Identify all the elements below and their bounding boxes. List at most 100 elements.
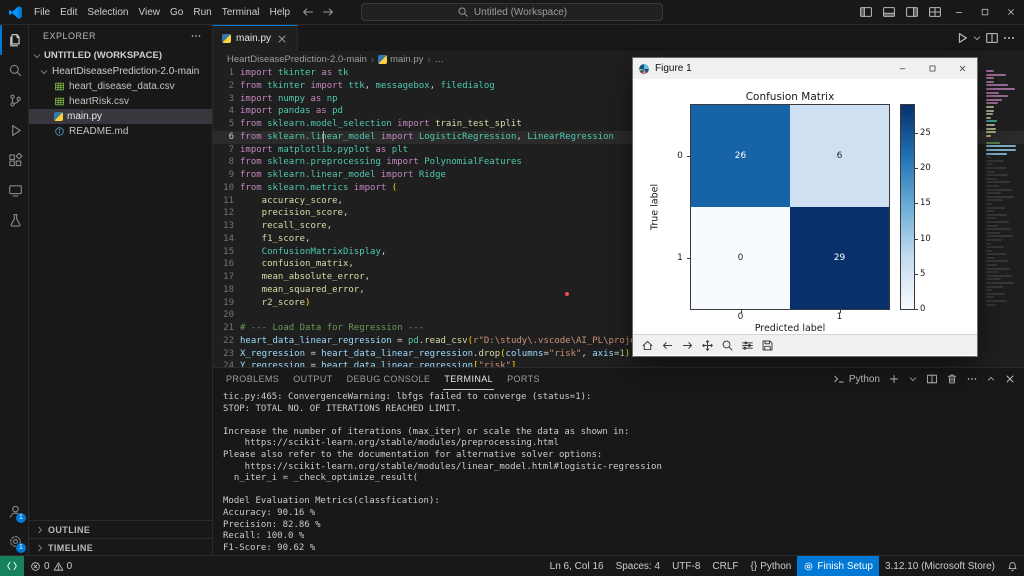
folder-row[interactable]: HeartDiseasePrediction-2.0-main	[29, 64, 212, 79]
encoding[interactable]: UTF-8	[666, 556, 706, 576]
search-icon	[8, 63, 23, 78]
run-button[interactable]	[955, 31, 969, 45]
pan-tool-icon[interactable]	[701, 339, 714, 352]
breadcrumb-item[interactable]: …	[435, 54, 445, 65]
minimap-bar	[986, 203, 992, 205]
forward-tool-icon[interactable]	[681, 339, 694, 352]
more-actions-icon[interactable]	[1002, 31, 1016, 45]
menu-help[interactable]: Help	[265, 7, 296, 18]
cursor-position[interactable]: Ln 6, Col 16	[544, 556, 610, 576]
activitybar-explorer[interactable]	[0, 25, 28, 55]
tab-main-py[interactable]: main.py	[213, 25, 298, 51]
line-number: 5	[213, 118, 234, 131]
activitybar-source-control[interactable]	[0, 85, 28, 115]
minimap[interactable]	[986, 70, 1022, 307]
command-center[interactable]: Untitled (Workspace)	[361, 3, 663, 21]
colorbar-tick-mark	[914, 274, 918, 275]
minimap-bar	[986, 106, 994, 108]
file-heart-disease-data-csv[interactable]: heart_disease_data.csv	[29, 79, 212, 94]
close-button[interactable]	[998, 0, 1024, 24]
file-main-py[interactable]: main.py	[29, 109, 212, 124]
breadcrumb-item[interactable]: HeartDiseasePrediction-2.0-main	[227, 54, 367, 65]
activitybar-remote-explorer[interactable]	[0, 175, 28, 205]
run-dropdown-icon[interactable]	[972, 33, 982, 43]
terminal-profile[interactable]: Python	[833, 373, 880, 385]
menu-go[interactable]: Go	[165, 7, 188, 18]
home-tool-icon[interactable]	[641, 339, 654, 352]
activitybar-testing[interactable]	[0, 205, 28, 235]
customize-layout-button[interactable]	[923, 0, 946, 24]
save-tool-icon[interactable]	[761, 339, 774, 352]
toggle-secondary-sidebar-button[interactable]	[900, 0, 923, 24]
nav-back-icon[interactable]	[301, 5, 315, 19]
kill-terminal-icon[interactable]	[946, 373, 958, 385]
python-interpreter[interactable]: 3.12.10 (Microsoft Store)	[879, 556, 1001, 576]
activitybar-search[interactable]	[0, 55, 28, 85]
terminal-line: Accuracy: 90.16 %	[223, 508, 1016, 520]
line-number: 18	[213, 284, 234, 297]
tab-close-icon[interactable]	[276, 33, 288, 45]
panel-tab-output[interactable]: OUTPUT	[286, 368, 339, 390]
problems-indicator[interactable]: 0 0	[24, 556, 78, 576]
menu-selection[interactable]: Selection	[82, 7, 133, 18]
terminal-icon	[833, 373, 845, 385]
activitybar-run-and-debug[interactable]	[0, 115, 28, 145]
activitybar-accounts[interactable]: 1	[0, 496, 28, 526]
line-number: 13	[213, 220, 234, 233]
explorer-more-icon[interactable]	[190, 30, 202, 42]
workspace-row[interactable]: UNTITLED (WORKSPACE)	[29, 47, 212, 64]
minimize-button[interactable]	[946, 0, 972, 24]
line-number: 10	[213, 182, 234, 195]
figure-titlebar[interactable]: Figure 1	[633, 58, 977, 79]
file-readme-md[interactable]: README.md	[29, 124, 212, 139]
menu-terminal[interactable]: Terminal	[217, 7, 265, 18]
figure-maximize-button[interactable]	[917, 58, 947, 79]
panel-tab-debug-console[interactable]: DEBUG CONSOLE	[340, 368, 438, 390]
subplots-tool-icon[interactable]	[741, 339, 754, 352]
toggle-sidebar-button[interactable]	[854, 0, 877, 24]
minimap-bar	[986, 131, 996, 133]
notifications[interactable]	[1001, 556, 1024, 576]
timeline-section[interactable]: TIMELINE	[29, 538, 212, 556]
nav-forward-icon[interactable]	[321, 5, 335, 19]
panel-tab-problems[interactable]: PROBLEMS	[219, 368, 286, 390]
timeline-label: TIMELINE	[48, 543, 93, 553]
split-terminal-icon[interactable]	[926, 373, 938, 385]
language-mode[interactable]: {} Python	[745, 556, 798, 576]
explorer-sidebar: EXPLORER UNTITLED (WORKSPACE) HeartDisea…	[29, 25, 213, 556]
menu-file[interactable]: File	[29, 7, 55, 18]
figure-close-button[interactable]	[947, 58, 977, 79]
panel-tab-terminal[interactable]: TERMINAL	[437, 368, 500, 390]
split-editor-icon[interactable]	[985, 31, 999, 45]
terminal-dropdown-icon[interactable]	[908, 374, 918, 384]
panel-tab-ports[interactable]: PORTS	[500, 368, 547, 390]
new-terminal-icon[interactable]	[888, 373, 900, 385]
maximize-button[interactable]	[972, 0, 998, 24]
panel-more-icon[interactable]	[966, 373, 978, 385]
terminal-output[interactable]: tic.py:465: ConvergenceWarning: lbfgs fa…	[223, 392, 1016, 554]
finish-setup-button[interactable]: Finish Setup	[797, 556, 879, 576]
chart-title: Confusion Matrix	[691, 91, 889, 103]
toggle-panel-button[interactable]	[877, 0, 900, 24]
confusion-matrix: 266029	[691, 105, 889, 309]
eol-selector[interactable]: CRLF	[706, 556, 744, 576]
indentation[interactable]: Spaces: 4	[610, 556, 666, 576]
menu-run[interactable]: Run	[188, 7, 216, 18]
figure-window[interactable]: Figure 1 Confusion Matrix True label 266…	[632, 57, 978, 357]
activitybar-extensions[interactable]	[0, 145, 28, 175]
menu-edit[interactable]: Edit	[55, 7, 82, 18]
breadcrumb-item[interactable]: main.py	[378, 54, 423, 65]
close-panel-icon[interactable]	[1004, 373, 1016, 385]
back-tool-icon[interactable]	[661, 339, 674, 352]
file-heartrisk-csv[interactable]: heartRisk.csv	[29, 94, 212, 109]
activitybar-manage[interactable]: 1	[0, 526, 28, 556]
maximize-panel-icon[interactable]	[986, 374, 996, 384]
line-content: # --- Load Data for Regression ---	[240, 322, 424, 335]
menu-view[interactable]: View	[134, 7, 166, 18]
line-number: 15	[213, 246, 234, 259]
remote-indicator[interactable]	[0, 556, 24, 576]
zoom-tool-icon[interactable]	[721, 339, 734, 352]
title-bar: FileEditSelectionViewGoRunTerminalHelp U…	[0, 0, 1024, 25]
figure-minimize-button[interactable]	[887, 58, 917, 79]
outline-section[interactable]: OUTLINE	[29, 520, 212, 538]
